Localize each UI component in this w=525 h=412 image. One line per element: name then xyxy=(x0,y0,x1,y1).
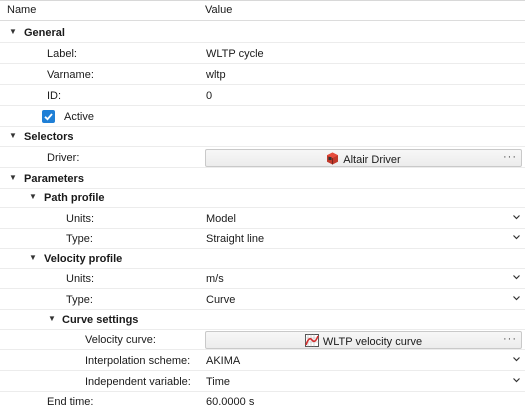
property-name: Units: xyxy=(66,213,95,225)
velocity-curve-button[interactable]: WLTP velocity curve ··· xyxy=(205,331,522,349)
path-type-select[interactable]: Straight line xyxy=(206,233,264,245)
property-row-active: Active xyxy=(0,107,525,127)
property-row-label: Label: WLTP cycle xyxy=(0,44,525,64)
section-selectors[interactable]: ▼ Selectors xyxy=(0,127,525,147)
property-panel: Name Value ▼ General Label: WLTP cycle V… xyxy=(0,0,525,412)
property-row-path-type: Type: Straight line xyxy=(0,229,525,249)
property-name: Independent variable: xyxy=(85,376,191,388)
section-parameters[interactable]: ▼ Parameters xyxy=(0,169,525,189)
property-row-interpolation: Interpolation scheme: AKIMA xyxy=(0,351,525,371)
velocity-curve-content: WLTP velocity curve xyxy=(206,334,521,350)
active-checkbox[interactable] xyxy=(42,110,55,123)
property-row-velocity-units: Units: m/s xyxy=(0,269,525,289)
section-general[interactable]: ▼ General xyxy=(0,23,525,43)
interpolation-select[interactable]: AKIMA xyxy=(206,355,240,367)
driver-selector-button[interactable]: Altair Driver ··· xyxy=(205,149,522,167)
caret-down-icon[interactable]: ▼ xyxy=(28,192,38,202)
driver-selector-content: Altair Driver xyxy=(206,152,521,168)
velocity-type-select[interactable]: Curve xyxy=(206,294,235,306)
ellipsis-icon[interactable]: ··· xyxy=(503,333,517,345)
id-value: 0 xyxy=(206,90,213,102)
caret-down-icon[interactable]: ▼ xyxy=(8,173,18,183)
column-header: Name Value xyxy=(0,1,525,21)
property-name: Units: xyxy=(66,273,95,285)
active-label: Active xyxy=(64,111,94,123)
chevron-down-icon[interactable] xyxy=(512,272,521,282)
checkmark-icon xyxy=(44,113,53,121)
driver-value: Altair Driver xyxy=(343,154,401,166)
chevron-down-icon[interactable] xyxy=(512,293,521,303)
section-path-profile[interactable]: ▼ Path profile xyxy=(0,188,525,208)
property-row-varname: Varname: wltp xyxy=(0,65,525,85)
property-row-end-time: End time: 60.0000 s xyxy=(0,392,525,412)
section-title: Parameters xyxy=(24,173,84,185)
property-name: ID: xyxy=(47,90,62,102)
chevron-down-icon[interactable] xyxy=(512,375,521,385)
section-curve-settings[interactable]: ▼ Curve settings xyxy=(0,310,525,330)
property-name: Driver: xyxy=(47,152,80,164)
independent-variable-select[interactable]: Time xyxy=(206,376,230,388)
section-title: Curve settings xyxy=(62,314,139,326)
property-name: Type: xyxy=(66,233,93,245)
caret-down-icon[interactable]: ▼ xyxy=(8,131,18,141)
property-name: Type: xyxy=(66,294,93,306)
chevron-down-icon[interactable] xyxy=(512,354,521,364)
property-row-path-units: Units: Model xyxy=(0,209,525,229)
property-name: Velocity curve: xyxy=(85,334,156,346)
label-value[interactable]: WLTP cycle xyxy=(206,48,264,60)
chevron-down-icon[interactable] xyxy=(512,232,521,242)
section-title: Selectors xyxy=(24,131,74,143)
velocity-curve-value: WLTP velocity curve xyxy=(322,336,423,348)
property-row-driver: Driver: Altair Driver ··· xyxy=(0,148,525,168)
property-row-velocity-curve: Velocity curve: WLTP velocity curve ··· xyxy=(0,330,525,350)
section-title: General xyxy=(24,27,65,39)
property-row-id: ID: 0 xyxy=(0,86,525,106)
ellipsis-icon[interactable]: ··· xyxy=(503,151,517,163)
end-time-value[interactable]: 60.0000 s xyxy=(206,396,254,408)
path-units-select[interactable]: Model xyxy=(206,213,236,225)
caret-down-icon[interactable]: ▼ xyxy=(28,253,38,263)
name-column-header[interactable]: Name xyxy=(7,4,36,16)
caret-down-icon[interactable]: ▼ xyxy=(47,314,57,324)
driver-cube-icon xyxy=(326,152,339,168)
chevron-down-icon[interactable] xyxy=(512,212,521,222)
curve-plot-icon xyxy=(304,334,319,350)
section-title: Path profile xyxy=(44,192,105,204)
varname-value[interactable]: wltp xyxy=(206,69,226,81)
property-name: Label: xyxy=(47,48,77,60)
property-row-independent-variable: Independent variable: Time xyxy=(0,372,525,392)
caret-down-icon[interactable]: ▼ xyxy=(8,27,18,37)
property-name: Varname: xyxy=(47,69,94,81)
section-velocity-profile[interactable]: ▼ Velocity profile xyxy=(0,249,525,269)
value-column-header[interactable]: Value xyxy=(205,4,232,16)
property-row-velocity-type: Type: Curve xyxy=(0,290,525,310)
property-name: End time: xyxy=(47,396,94,408)
velocity-units-select[interactable]: m/s xyxy=(206,273,224,285)
section-title: Velocity profile xyxy=(44,253,123,265)
property-name: Interpolation scheme: xyxy=(85,355,191,367)
